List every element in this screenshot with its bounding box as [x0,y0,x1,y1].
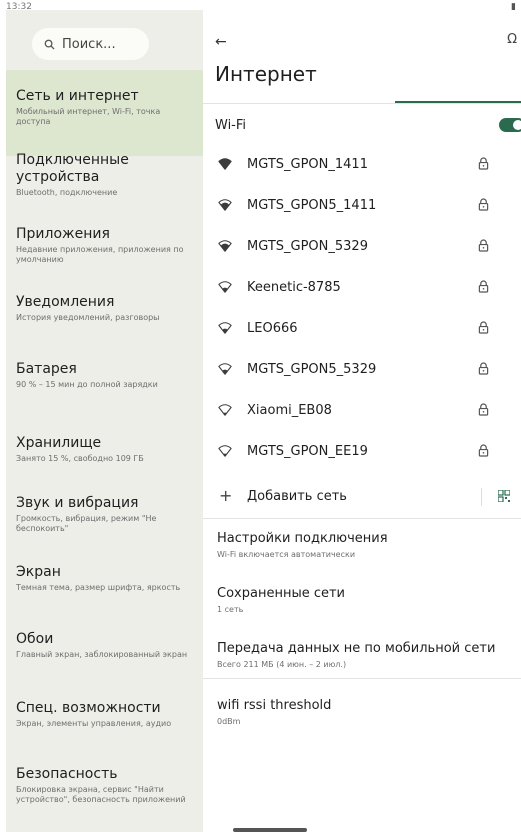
wifi-icon [218,322,232,334]
sidebar-item-title: Батарея [16,361,77,377]
divider [203,103,521,104]
sidebar-item-subtitle: 90 % – 15 мин до полной зарядки [16,380,158,389]
setting-subtitle: 0dBm [217,717,241,726]
network-name: Keenetic-8785 [247,280,341,295]
network-name: MGTS_GPON_EE19 [247,444,368,459]
sidebar-item-subtitle: Главный экран, заблокированный экран [16,650,188,659]
sidebar-item-subtitle: Bluetooth, подключение [16,188,118,197]
sidebar-item-title: Звук и вибрация [16,495,139,511]
network-name: LEO666 [247,321,298,336]
sidebar-item-title: Уведомления [16,294,115,310]
sidebar-item-sound[interactable]: Звук и вибрация Громкость, вибрация, реж… [6,495,203,534]
settings-sidebar: Поиск... Сеть и интернет Мобильный интер… [6,10,203,832]
wifi-label: Wi-Fi [215,117,247,133]
help-icon[interactable]: Ω [507,32,517,47]
setting-subtitle: Всего 211 МБ (4 июн. – 2 июл.) [217,660,347,669]
network-item[interactable]: MGTS_GPON5_1411 [203,195,521,217]
back-arrow-icon[interactable]: ← [215,34,227,50]
network-item[interactable]: MGTS_GPON_1411 [203,154,521,176]
network-item[interactable]: MGTS_GPON_5329 [203,236,521,258]
non-mobile-data-usage-item[interactable]: Передача данных не по мобильной сети Все… [217,641,517,670]
sidebar-item-accessibility[interactable]: Спец. возможности Экран, элементы управл… [6,700,203,729]
search-bar[interactable]: Поиск... [32,28,149,60]
wifi-icon [218,363,232,375]
add-network-row[interactable]: + Добавить сеть [203,486,521,510]
network-name: Xiaomi_EB08 [247,403,332,418]
sidebar-item-title: Хранилище [16,435,102,451]
lock-icon [478,321,489,334]
search-placeholder: Поиск... [62,36,116,52]
divider [203,518,521,519]
wifi-icon [218,281,232,293]
setting-subtitle: 1 сеть [217,605,244,614]
wifi-icon [218,199,232,211]
wifi-toggle[interactable] [499,118,521,132]
sidebar-item-title: Сеть и интернет [16,88,139,104]
sidebar-item-notifications[interactable]: Уведомления История уведомлений, разгово… [6,294,203,323]
sidebar-item-subtitle: Занято 15 %, свободно 109 ГБ [16,454,144,463]
network-item[interactable]: Keenetic-8785 [203,277,521,299]
lock-icon [478,280,489,293]
setting-title: Передача данных не по мобильной сети [217,641,496,656]
plus-icon: + [219,486,233,505]
setting-title: wifi rssi threshold [217,698,332,713]
lock-icon [478,239,489,252]
sidebar-item-battery[interactable]: Батарея 90 % – 15 мин до полной зарядки [6,361,203,390]
network-item[interactable]: MGTS_GPON_EE19 [203,441,521,463]
sidebar-item-apps[interactable]: Приложения Недавние приложения, приложен… [6,226,203,265]
wifi-rssi-threshold-item[interactable]: wifi rssi threshold 0dBm [217,698,517,727]
network-name: MGTS_GPON_1411 [247,157,368,172]
sidebar-item-wallpaper[interactable]: Обои Главный экран, заблокированный экра… [6,631,203,660]
settings-window: 13:32 ▮ Поиск... Сеть и интернет Мобильн… [0,0,521,832]
sidebar-item-storage[interactable]: Хранилище Занято 15 %, свободно 109 ГБ [6,435,203,464]
setting-title: Сохраненные сети [217,586,346,601]
wifi-toggle-row[interactable]: Wi-Fi [215,114,521,136]
sidebar-item-display[interactable]: Экран Темная тема, размер шрифта, яркост… [6,564,203,593]
sidebar-item-subtitle: Мобильный интернет, Wi-Fi, точка доступа [16,107,161,126]
wifi-icon [218,404,232,416]
sidebar-item-subtitle: Громкость, вибрация, режим "Не беспокоит… [16,514,157,533]
connection-settings-item[interactable]: Настройки подключения Wi-Fi включается а… [217,531,517,560]
network-item[interactable]: LEO666 [203,318,521,340]
lock-icon [478,403,489,416]
sidebar-item-title: Экран [16,564,61,580]
sidebar-item-title: Спец. возможности [16,700,161,716]
sidebar-item-connected-devices[interactable]: Подключенные устройства Bluetooth, подкл… [6,152,203,198]
divider [481,488,482,506]
network-name: MGTS_GPON5_1411 [247,198,377,213]
lock-icon [478,198,489,211]
wifi-icon [218,158,232,170]
page-title: Интернет [215,62,317,86]
divider [203,678,521,679]
lock-icon [478,444,489,457]
sidebar-item-title: Обои [16,631,54,647]
network-item[interactable]: Xiaomi_EB08 [203,400,521,422]
wifi-icon [218,240,232,252]
search-icon [44,39,55,50]
sidebar-item-subtitle: Темная тема, размер шрифта, яркость [16,583,181,592]
sidebar-item-title: Подключенные устройства [16,152,129,185]
sidebar-item-subtitle: Недавние приложения, приложения по умолч… [16,245,184,264]
sidebar-item-subtitle: Блокировка экрана, сервис "Найти устройс… [16,785,186,804]
sidebar-item-title: Безопасность [16,766,118,782]
setting-title: Настройки подключения [217,531,388,546]
home-indicator[interactable] [233,828,307,832]
lock-icon [478,362,489,375]
sidebar-item-network[interactable]: Сеть и интернет Мобильный интернет, Wi-F… [6,70,203,156]
network-name: MGTS_GPON_5329 [247,239,368,254]
setting-subtitle: Wi-Fi включается автоматически [217,550,356,559]
sidebar-item-subtitle: Экран, элементы управления, аудио [16,719,172,728]
sidebar-item-title: Приложения [16,226,110,242]
lock-icon [478,157,489,170]
sidebar-item-security[interactable]: Безопасность Блокировка экрана, сервис "… [6,766,203,805]
qr-code-icon[interactable] [498,490,510,502]
internet-panel: ← Ω Интернет Wi-Fi MGTS_GPON_1411 MGTS_G… [203,10,521,832]
sidebar-item-subtitle: История уведомлений, разговоры [16,313,160,322]
saved-networks-item[interactable]: Сохраненные сети 1 сеть [217,586,517,615]
network-name: MGTS_GPON5_5329 [247,362,377,377]
network-item[interactable]: MGTS_GPON5_5329 [203,359,521,381]
add-network-label: Добавить сеть [247,489,347,504]
wifi-icon [218,445,232,457]
toggle-knob [513,120,521,130]
